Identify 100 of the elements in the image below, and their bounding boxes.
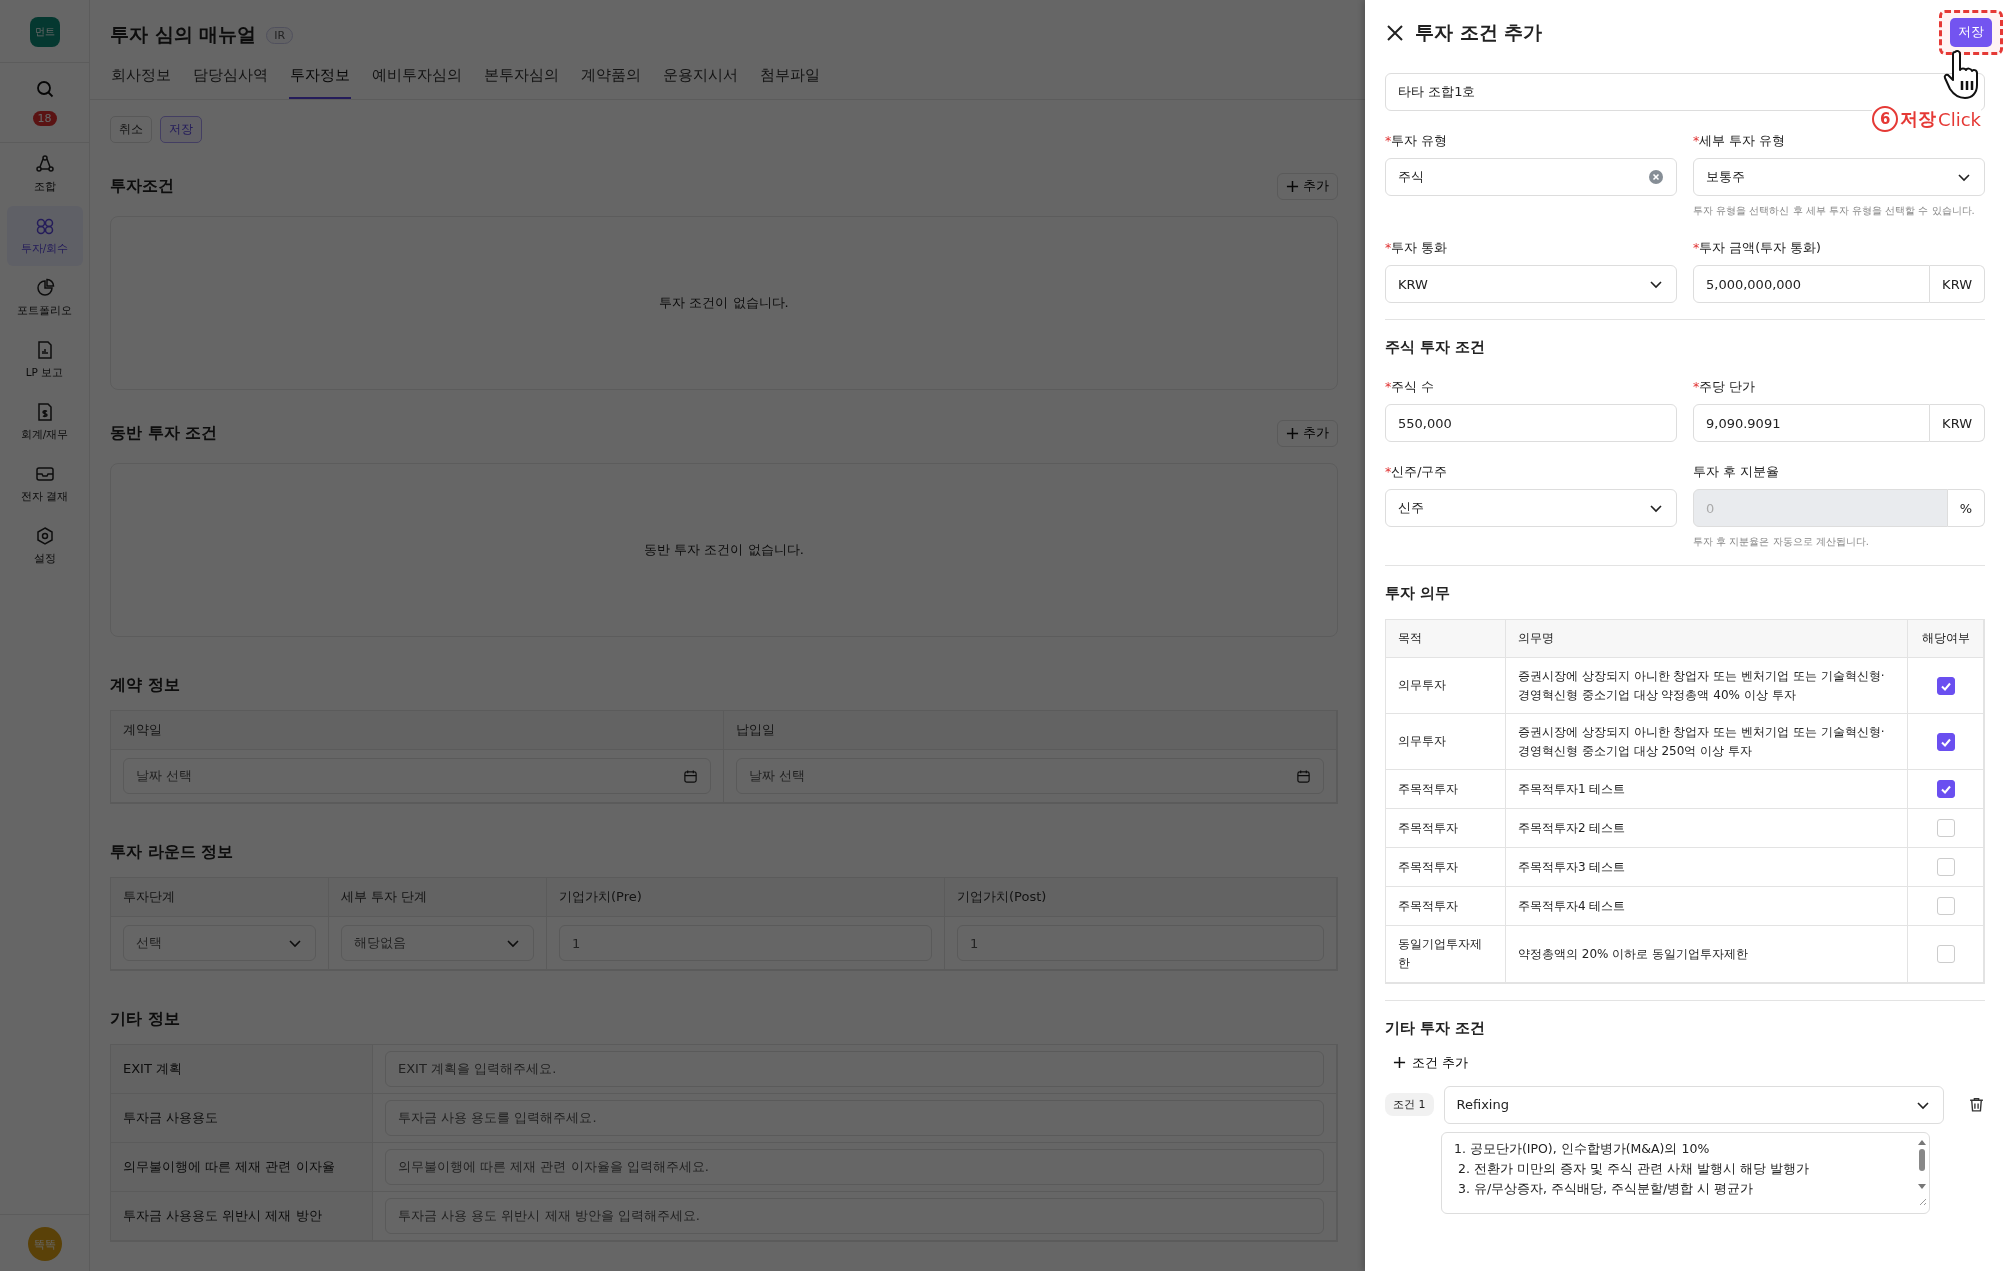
calendar-icon[interactable] — [683, 768, 698, 784]
sidebar-item[interactable]: 조합 — [6, 144, 83, 204]
sidebar-item[interactable]: 회계/재무 — [6, 392, 83, 452]
empty-message: 투자 조건이 없습니다. — [659, 294, 789, 312]
field-label: *투자 금액(투자 통화) — [1693, 240, 1822, 257]
column-header: 기업가치(Post) — [945, 878, 1337, 917]
section-title: 기타 투자 조건 — [1385, 1018, 1487, 1038]
column-header: 납입일 — [724, 711, 1337, 750]
sidebar-item[interactable]: 투자/회수 — [6, 206, 83, 266]
tab[interactable]: 투자정보 — [289, 62, 351, 99]
section-title: 동반 투자 조건 — [110, 423, 218, 444]
column-header: 목적 — [1386, 620, 1506, 658]
add-button[interactable]: 추가 — [1277, 173, 1338, 200]
input-field[interactable]: 5,000,000,000 — [1693, 265, 1931, 303]
input-field[interactable]: 투자금 사용 용도를 입력해주세요. — [385, 1100, 1324, 1136]
search-icon[interactable] — [34, 79, 55, 99]
condition-label: 조건 1 — [1385, 1093, 1434, 1117]
section-title: 계약 정보 — [110, 675, 181, 696]
table-cell: 주목적투자 — [1386, 887, 1506, 927]
annotation-label: 6 저장Click — [1872, 106, 1981, 132]
input-field[interactable]: 투자금 사용 용도 위반시 제재 방안을 입력해주세요. — [385, 1198, 1324, 1234]
input-field[interactable]: 1 — [957, 925, 1324, 961]
column-header: 의무명 — [1506, 620, 1908, 658]
sidebar-item[interactable]: LP 보고 — [6, 330, 83, 390]
description-field[interactable]: 1. 공모단가(IPO), 인수합병가(M&A)의 10% 2. 전환가 미만의 증자 및 주식 관련 사채 발행시 해당 발행가 3. 유/무상증자, 주식배당, 주식분할/병합 시 평균가 — [1441, 1131, 1930, 1214]
select-field[interactable]: 신주 — [1385, 489, 1677, 527]
avatar[interactable]: 똑똑 — [27, 1227, 62, 1261]
select-field[interactable]: Refixing — [1443, 1085, 1944, 1124]
add-button[interactable]: 추가 — [1277, 420, 1338, 447]
table-cell: 의무투자 — [1386, 714, 1506, 771]
input-field[interactable]: 9,090.9091 — [1693, 404, 1931, 442]
tab[interactable]: 회사정보 — [110, 62, 172, 99]
field-label: *세부 투자 유형 — [1693, 133, 1787, 150]
column-header: 해당여부 — [1908, 620, 1984, 658]
row-label: 투자금 사용용도 위반시 제재 방안 — [111, 1192, 373, 1241]
field-label: *주당 단가 — [1693, 379, 1757, 396]
tab[interactable]: 예비투자심의 — [371, 62, 463, 99]
checkbox[interactable] — [1936, 780, 1955, 799]
tab[interactable]: 첨부파일 — [759, 62, 821, 99]
date-field[interactable]: 날짜 선택 — [736, 758, 1324, 794]
calendar-icon[interactable] — [1296, 768, 1311, 784]
clear-icon[interactable] — [1648, 169, 1664, 185]
envelope-icon — [34, 464, 55, 484]
sidebar-item[interactable]: 포트폴리오 — [6, 268, 83, 328]
checkbox[interactable] — [1936, 732, 1955, 751]
date-field[interactable]: 날짜 선택 — [123, 758, 711, 794]
network-icon — [34, 154, 55, 174]
select-field[interactable]: 주식 — [1385, 158, 1677, 196]
table-cell: 약정총액의 20% 이하로 동일기업투자제한 — [1506, 926, 1908, 983]
table-cell: 동일기업투자제한 — [1386, 926, 1506, 983]
select-field[interactable]: 보통주 — [1693, 158, 1985, 196]
section-title: 기타 정보 — [110, 1009, 181, 1030]
table-cell: 주목적투자2 테스트 — [1506, 809, 1908, 849]
row-label: EXIT 계획 — [111, 1045, 373, 1094]
helper-text: 투자 후 지분율은 자동으로 계산됩니다. — [1693, 535, 1870, 549]
tab[interactable]: 계약품의 — [580, 62, 642, 99]
add-condition-button[interactable]: 조건 추가 — [1385, 1053, 1477, 1072]
select-field[interactable]: 선택 — [123, 925, 316, 961]
trash-icon[interactable] — [1968, 1096, 1985, 1114]
tag: IR — [266, 26, 294, 44]
column-header: 계약일 — [111, 711, 724, 750]
table-cell: 주목적투자 — [1386, 848, 1506, 888]
select-field[interactable]: 해당없음 — [341, 925, 534, 961]
close-icon[interactable] — [1385, 22, 1405, 43]
sidebar-item[interactable]: 설정 — [6, 516, 83, 576]
pie-chart-icon — [34, 278, 55, 298]
save-button[interactable]: 저장 — [1950, 18, 1992, 47]
input-field[interactable]: EXIT 계획을 입력해주세요. — [385, 1051, 1324, 1087]
page-title: 투자 심의 매뉴얼 — [110, 22, 257, 47]
table-cell: 주목적투자3 테스트 — [1506, 848, 1908, 888]
unit-label: KRW — [1930, 265, 1985, 303]
table-cell: 주목적투자 — [1386, 809, 1506, 849]
section-title: 주식 투자 조건 — [1385, 338, 1487, 357]
column-header: 세부 투자 단계 — [329, 878, 547, 917]
input-field[interactable]: 1 — [559, 925, 932, 961]
tab[interactable]: 본투자심의 — [483, 62, 560, 99]
sidebar-item[interactable]: 전자 결재 — [6, 454, 83, 514]
helper-text: 투자 유형을 선택하신 후 세부 투자 유형을 선택할 수 있습니다. — [1693, 204, 1976, 218]
checkbox[interactable] — [1936, 676, 1955, 695]
cancel-button[interactable]: 취소 — [110, 116, 152, 143]
notification-badge[interactable]: 18 — [32, 111, 57, 126]
settings-icon — [34, 526, 55, 546]
tab[interactable]: 담당심사역 — [192, 62, 269, 99]
select-field[interactable]: 타타 조합1호 — [1385, 73, 1985, 111]
empty-message: 동반 투자 조건이 없습니다. — [644, 541, 804, 559]
column-header: 기업가치(Pre) — [547, 878, 945, 917]
input-field[interactable]: 550,000 — [1385, 404, 1677, 442]
table-cell: 주목적투자 — [1386, 770, 1506, 810]
section-title: 투자 라운드 정보 — [110, 842, 235, 863]
row-label: 투자금 사용용도 — [111, 1094, 373, 1143]
unit-label: % — [1947, 489, 1985, 527]
save-button[interactable]: 저장 — [160, 116, 202, 143]
table-cell: 주목적투자1 테스트 — [1506, 770, 1908, 810]
tab[interactable]: 운용지시서 — [662, 62, 739, 99]
input-field[interactable]: 의무불이행에 따른 제재 관련 이자율을 입력해주세요. — [385, 1149, 1324, 1185]
column-header: 투자단계 — [111, 878, 329, 917]
logo[interactable]: 먼트 — [29, 17, 60, 47]
field-label: 투자 후 지분율 — [1693, 464, 1780, 481]
select-field[interactable]: KRW — [1385, 265, 1677, 303]
unit-label: KRW — [1930, 404, 1985, 442]
